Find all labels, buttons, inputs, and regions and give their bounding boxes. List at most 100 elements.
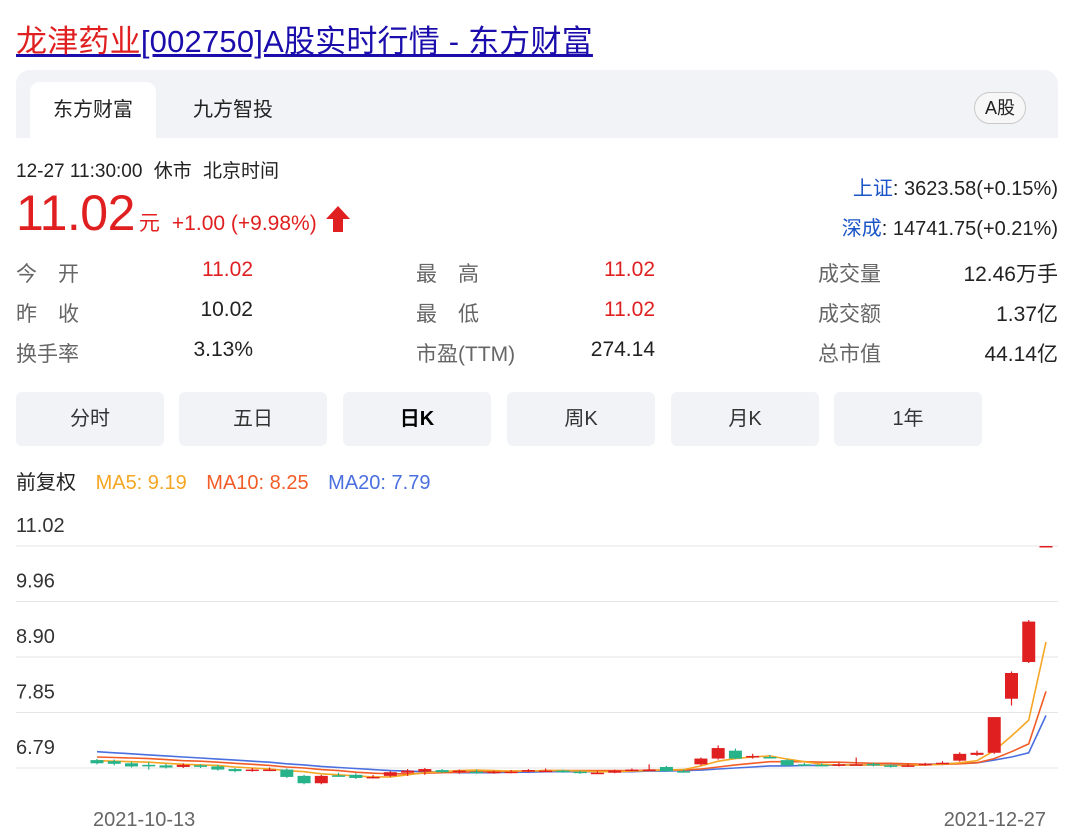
candle-body — [228, 769, 242, 772]
candle-body — [314, 775, 328, 784]
candle-body — [159, 765, 173, 768]
candle-body — [832, 764, 846, 766]
candle-body — [746, 755, 760, 758]
tab-jiufang[interactable]: 九方智投 — [170, 82, 296, 138]
y-tick-label: 11.02 — [16, 515, 65, 537]
candle-body — [194, 765, 208, 767]
candle-body — [590, 772, 604, 775]
index-value: : 14741.75(+0.21%) — [881, 218, 1058, 240]
period-button-5day[interactable]: 五日 — [179, 392, 327, 446]
title-rest: [002750]A股实时行情 - 东方财富 — [140, 24, 593, 59]
page-title-link[interactable]: 龙津药业[002750]A股实时行情 - 东方财富 — [16, 16, 593, 61]
candle-body — [418, 769, 432, 772]
candle-body — [866, 763, 880, 766]
candle-body — [107, 761, 121, 764]
candle-body — [125, 763, 139, 767]
candle-body — [935, 762, 949, 765]
price-change: +1.00 (+9.98%) — [171, 212, 317, 235]
candle-body — [1039, 546, 1053, 548]
ma10-line — [96, 691, 1047, 775]
candle-body — [539, 770, 553, 773]
x-tick-label: 2021-10-13 — [93, 809, 195, 831]
stat-label-prev-close: 昨 收 — [16, 303, 79, 326]
candle-body — [556, 770, 570, 773]
ma5-legend: MA5: 9.19 — [95, 472, 187, 494]
stat-label-market-cap: 总市值 — [818, 343, 881, 366]
stat-label-high: 最 高 — [416, 263, 479, 286]
candle-body — [625, 769, 639, 772]
adjust-mode[interactable]: 前复权 — [16, 472, 76, 494]
quote-datetime: 12-27 11:30:00 — [16, 161, 143, 182]
candle-body — [815, 764, 829, 767]
stat-value-volume: 12.46万手 — [963, 263, 1058, 286]
candle-body — [1004, 673, 1018, 699]
candle-body — [763, 756, 777, 759]
period-button-intraday[interactable]: 分时 — [16, 392, 164, 446]
index-shenzhen[interactable]: 深成: 14741.75(+0.21%) — [842, 212, 1058, 241]
market-badge: A股 — [973, 92, 1026, 124]
candle-body — [918, 763, 932, 766]
stat-value-pe: 274.14 — [590, 338, 655, 361]
candle-body — [263, 769, 277, 772]
stat-value-low: 11.02 — [604, 298, 655, 321]
period-button-daily-k[interactable]: 日K — [343, 392, 491, 446]
candle-body — [90, 760, 104, 764]
candle-body — [970, 752, 984, 755]
y-tick-label: 9.96 — [16, 571, 55, 593]
period-button-weekly-k[interactable]: 周K — [507, 392, 655, 446]
index-shanghai[interactable]: 上证: 3623.58(+0.15%) — [853, 172, 1058, 201]
ma5-line — [96, 641, 1047, 778]
candle-body — [176, 764, 190, 767]
stat-value-open: 11.02 — [202, 258, 253, 281]
candle-body — [280, 769, 294, 777]
candle-body — [452, 770, 466, 773]
ma20-legend: MA20: 7.79 — [328, 472, 431, 494]
candle-body — [711, 748, 725, 759]
candle-body — [401, 770, 415, 773]
market-state: 休市 — [153, 161, 192, 182]
stat-value-market-cap: 44.14亿 — [984, 343, 1058, 366]
candle-body — [694, 758, 708, 765]
tab-eastmoney[interactable]: 东方财富 — [30, 82, 156, 138]
period-button-monthly-k[interactable]: 月K — [671, 392, 819, 446]
ma10-legend: MA10: 8.25 — [206, 472, 309, 494]
price-row: 11.02 元 +1.00 (+9.98%) — [16, 184, 351, 242]
candle-body — [849, 764, 863, 766]
stat-label-amount: 成交额 — [818, 303, 881, 326]
stat-value-turnover: 3.13% — [193, 338, 253, 361]
index-name: 上证 — [852, 178, 893, 200]
candle-body — [332, 775, 346, 777]
stat-value-amount: 1.37亿 — [996, 303, 1058, 326]
candle-body — [780, 760, 794, 766]
candle-body — [366, 776, 380, 779]
stat-label-volume: 成交量 — [818, 263, 881, 286]
candle-body — [728, 750, 742, 759]
candle-body — [987, 717, 1001, 753]
timezone-label: 北京时间 — [203, 161, 280, 182]
y-tick-label: 8.90 — [16, 626, 55, 648]
candle-body — [884, 765, 898, 767]
price-unit: 元 — [138, 212, 160, 235]
candle-body — [573, 771, 587, 774]
candle-body — [901, 765, 915, 767]
stock-name: 龙津药业 — [16, 24, 141, 59]
period-button-1year[interactable]: 1年 — [834, 392, 982, 446]
candle-body — [470, 771, 484, 774]
candle-body — [953, 753, 967, 761]
ma-legend: 前复权 MA5: 9.19 MA10: 8.25 MA20: 7.79 — [16, 466, 444, 495]
candle-body — [435, 770, 449, 773]
stat-value-high: 11.02 — [604, 258, 655, 281]
candle-body — [349, 774, 363, 778]
candle-body — [642, 769, 656, 772]
index-value: : 3623.58(+0.15%) — [892, 178, 1058, 200]
stat-value-prev-close: 10.02 — [200, 298, 253, 321]
candle-body — [1022, 621, 1036, 662]
x-tick-label: 2021-12-27 — [944, 809, 1046, 831]
y-tick-label: 7.85 — [16, 682, 55, 704]
candle-body — [245, 769, 259, 772]
stat-label-open: 今 开 — [16, 263, 79, 286]
quote-status: 12-27 11:30:00 休市 北京时间 — [16, 156, 285, 183]
candle-body — [211, 766, 225, 770]
candlestick-chart[interactable]: 11.02 9.96 8.90 7.85 6.79 2021-10-13 2021-12-2… — [0, 500, 1080, 836]
stat-label-low: 最 低 — [416, 303, 479, 326]
